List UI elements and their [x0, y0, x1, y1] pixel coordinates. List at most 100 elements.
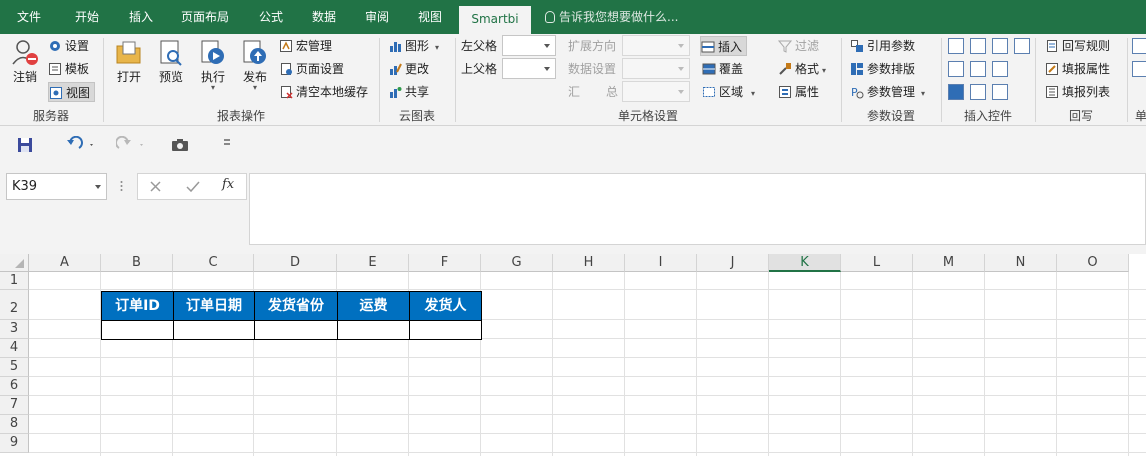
dropdown-control-icon[interactable] — [970, 38, 986, 54]
cancel-icon[interactable] — [149, 180, 162, 196]
table-header-cell[interactable]: 订单ID — [101, 291, 174, 321]
tab-data[interactable]: 数据 — [298, 0, 350, 34]
column-header-o[interactable]: O — [1057, 254, 1129, 272]
checkbox-control-icon[interactable] — [948, 84, 964, 100]
table-data-cell[interactable] — [101, 320, 174, 340]
column-header-h[interactable]: H — [553, 254, 625, 272]
page-setup-button[interactable]: 页面设置 — [279, 59, 344, 79]
resize-handle-icon[interactable] — [120, 176, 123, 196]
column-header-g[interactable]: G — [481, 254, 553, 272]
column-header-a[interactable]: A — [29, 254, 101, 272]
row-header-1[interactable]: 1 — [0, 272, 29, 290]
name-box[interactable]: K39 — [6, 173, 107, 200]
column-header-m[interactable]: M — [913, 254, 985, 272]
view-button[interactable]: 视图 — [48, 82, 96, 102]
tab-smartbi[interactable]: Smartbi — [459, 6, 531, 34]
gridline-horizontal — [29, 452, 1146, 453]
open-button[interactable]: 打开 — [112, 38, 146, 84]
link-control-icon[interactable] — [970, 84, 986, 100]
table-control-icon[interactable] — [1014, 38, 1030, 54]
tab-review[interactable]: 审阅 — [350, 0, 404, 34]
row-header-3[interactable]: 3 — [0, 320, 29, 339]
left-parent-dropdown[interactable] — [502, 35, 556, 56]
reference-param-button[interactable]: 引用参数 — [850, 36, 915, 56]
column-header-l[interactable]: L — [841, 254, 913, 272]
logout-button[interactable]: 注销 — [8, 38, 42, 84]
column-header-j[interactable]: J — [697, 254, 769, 272]
clear-cache-button[interactable]: 清空本地缓存 — [279, 82, 368, 102]
text-control-icon[interactable] — [948, 38, 964, 54]
graphic-button[interactable]: 图形 ▾ — [388, 36, 439, 56]
summary-dropdown[interactable] — [622, 81, 690, 102]
filter-button[interactable]: 过滤 — [777, 36, 819, 56]
share-chart-button[interactable]: 共享 — [388, 82, 429, 102]
insert-mode-button[interactable]: 插入 — [700, 36, 748, 56]
column-header-d[interactable]: D — [254, 254, 337, 272]
select-all-corner[interactable] — [0, 254, 29, 272]
tab-file[interactable]: 文件 — [0, 0, 58, 34]
table-header-cell[interactable]: 订单日期 — [173, 291, 255, 321]
table-data-cell[interactable] — [337, 320, 410, 340]
column-header-b[interactable]: B — [101, 254, 173, 272]
column-header-e[interactable]: E — [337, 254, 409, 272]
image-control-icon[interactable] — [970, 61, 986, 77]
row-header-8[interactable]: 8 — [0, 415, 29, 434]
execute-button[interactable]: 执行 ▾ — [196, 38, 230, 92]
expand-direction-dropdown[interactable] — [622, 35, 690, 56]
attribute-button[interactable]: 属性 — [778, 82, 819, 102]
insert-function-icon[interactable]: fx — [222, 177, 234, 192]
overwrite-mode-button[interactable]: 覆盖 — [702, 59, 743, 79]
column-header-n[interactable]: N — [985, 254, 1057, 272]
tab-page-layout[interactable]: 页面布局 — [166, 0, 244, 34]
cut-off-control-icon[interactable] — [1132, 38, 1146, 54]
table-header-cell[interactable]: 运费 — [337, 291, 410, 321]
column-header-k[interactable]: K — [769, 254, 841, 272]
table-data-cell[interactable] — [254, 320, 338, 340]
save-icon[interactable] — [17, 137, 33, 156]
row-header-6[interactable]: 6 — [0, 377, 29, 396]
param-layout-button[interactable]: 参数排版 — [850, 59, 915, 79]
customize-qat-icon[interactable] — [224, 139, 230, 145]
list-control-icon[interactable] — [992, 38, 1008, 54]
table-header-cell[interactable]: 发货省份 — [254, 291, 338, 321]
confirm-icon[interactable] — [186, 180, 200, 196]
row-header-4[interactable]: 4 — [0, 339, 29, 358]
column-header-i[interactable]: I — [625, 254, 697, 272]
tab-view[interactable]: 视图 — [404, 0, 456, 34]
row-header-2[interactable]: 2 — [0, 290, 29, 320]
update-chart-button[interactable]: 更改 — [388, 59, 429, 79]
preview-button[interactable]: 预览 — [154, 38, 188, 84]
up-parent-dropdown[interactable] — [502, 58, 556, 79]
fill-attribute-button[interactable]: 填报属性 — [1045, 59, 1110, 79]
row-header-9[interactable]: 9 — [0, 434, 29, 453]
tree-control-icon[interactable] — [948, 61, 964, 77]
tab-insert[interactable]: 插入 — [116, 0, 166, 34]
writeback-rules-button[interactable]: 回写规则 — [1045, 36, 1110, 56]
tab-formulas[interactable]: 公式 — [244, 0, 298, 34]
formula-input[interactable] — [249, 173, 1146, 245]
redo-icon[interactable] — [115, 135, 146, 157]
cut-off-control-icon[interactable] — [1132, 61, 1146, 77]
tab-home[interactable]: 开始 — [58, 0, 116, 34]
date-control-icon[interactable] — [992, 61, 1008, 77]
data-settings-dropdown[interactable] — [622, 58, 690, 79]
region-button[interactable]: 区域 ▾ — [702, 82, 755, 102]
label-control-icon[interactable] — [992, 84, 1008, 100]
column-header-f[interactable]: F — [409, 254, 481, 272]
tell-me-search[interactable]: 告诉我您想要做什么... — [545, 0, 678, 34]
row-header-7[interactable]: 7 — [0, 396, 29, 415]
undo-icon[interactable] — [66, 135, 96, 157]
camera-icon[interactable] — [171, 137, 189, 156]
macro-manage-button[interactable]: 宏管理 — [279, 36, 332, 56]
param-manage-button[interactable]: P 参数管理 ▾ — [850, 82, 925, 102]
table-header-cell[interactable]: 发货人 — [409, 291, 482, 321]
template-button[interactable]: 模板 — [48, 59, 89, 79]
table-data-cell[interactable] — [409, 320, 482, 340]
publish-button[interactable]: 发布 ▾ — [238, 38, 272, 92]
settings-button[interactable]: 设置 — [48, 36, 89, 56]
column-header-c[interactable]: C — [173, 254, 254, 272]
fill-list-button[interactable]: 填报列表 — [1045, 82, 1110, 102]
row-header-5[interactable]: 5 — [0, 358, 29, 377]
format-button[interactable]: 格式 ▾ — [778, 59, 826, 79]
table-data-cell[interactable] — [173, 320, 255, 340]
